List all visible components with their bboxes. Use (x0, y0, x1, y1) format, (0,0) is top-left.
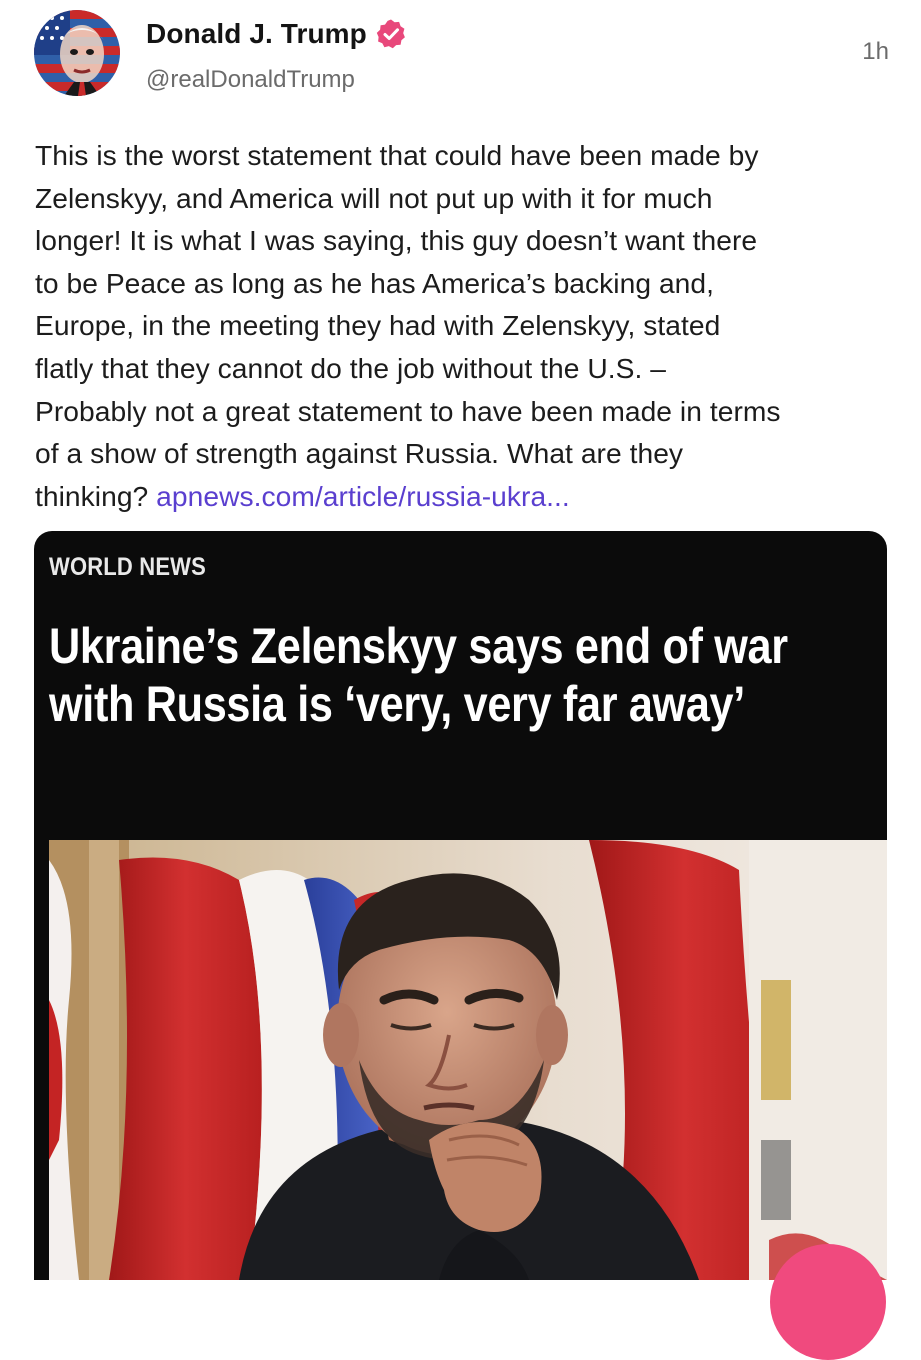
post-text-line: flatly that they cannot do the job witho… (35, 351, 666, 384)
card-headline-line: with Russia is ‘very, very far away’ (49, 676, 745, 732)
author-handle[interactable]: @realDonaldTrump (146, 66, 355, 94)
card-photo-frame (49, 803, 887, 1280)
card-section-label: WORLD NEWS (49, 553, 206, 581)
post-text-line: Zelenskyy, and America will not put up w… (35, 181, 713, 214)
post-text-line: longer! It is what I was saying, this gu… (35, 224, 758, 257)
post-text-line: This is the worst statement that could h… (35, 139, 759, 171)
post-text-line: to be Peace as long as he has America’s … (35, 266, 715, 299)
author-name-row: Donald J. Trump (146, 18, 407, 50)
author-display-name[interactable]: Donald J. Trump (146, 18, 367, 50)
verified-badge-icon (375, 18, 407, 50)
post-text-line: of a show of strength against Russia. Wh… (35, 437, 684, 470)
card-headline-line: Ukraine’s Zelenskyy says end of war (49, 618, 788, 674)
post-timestamp[interactable]: 1h (862, 38, 889, 66)
post-body: This is the worst statement that could h… (35, 134, 895, 517)
post-text-line: Europe, in the meeting they had with Zel… (35, 309, 721, 342)
post-text-line: thinking? apnews.com/article/russia-ukra… (35, 475, 895, 518)
card-photo (49, 840, 887, 1280)
article-link[interactable]: apnews.com/article/russia-ukra... (156, 480, 570, 512)
avatar[interactable] (34, 10, 120, 96)
post-header: Donald J. Trump @realDonaldTrump 1h (34, 6, 889, 102)
post-text-last: thinking? (35, 479, 157, 512)
floating-action-button[interactable] (770, 1244, 886, 1360)
post-text-line: Probably not a great statement to have b… (35, 394, 781, 427)
link-preview-card[interactable]: WORLD NEWS Ukraine’s Zelenskyy says end … (34, 531, 887, 1280)
avatar-image (34, 10, 120, 96)
card-headline: Ukraine’s Zelenskyy says end of war with… (49, 617, 879, 733)
post: Donald J. Trump @realDonaldTrump 1h This… (0, 0, 921, 1360)
